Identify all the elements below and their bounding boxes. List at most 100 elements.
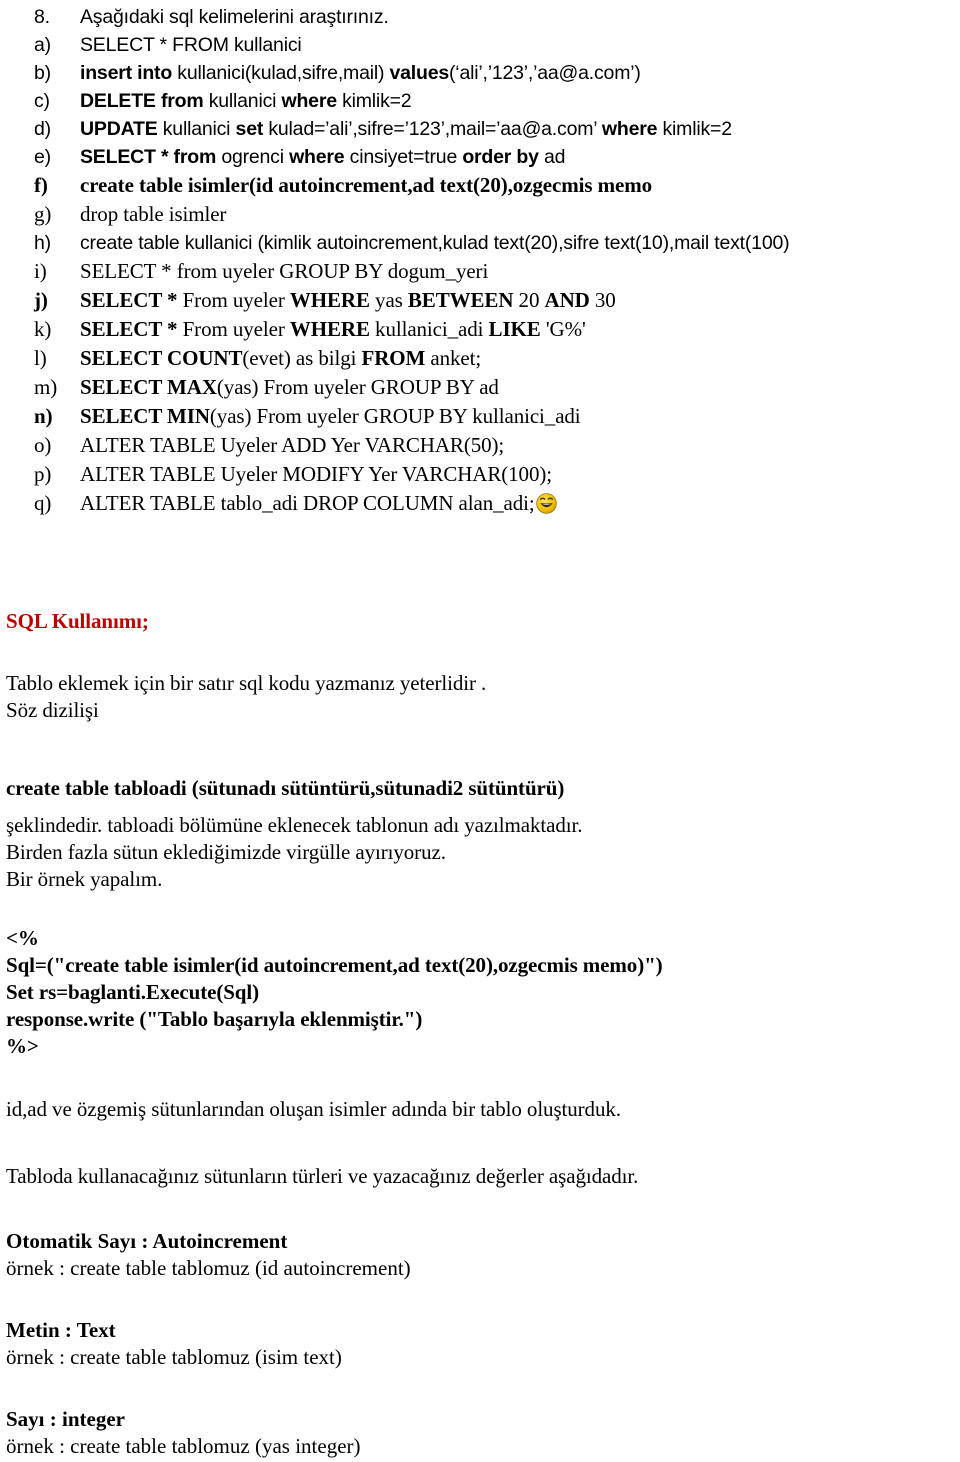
text-run: anket; [430,346,482,370]
text-run: ALTER TABLE Uyeler ADD Yer VARCHAR(50); [80,433,505,457]
list-marker: b) [34,62,51,84]
list-item: h) create table kullanici (kimlik autoin… [0,230,960,258]
list-marker: c) [34,90,50,112]
list-item-text: create table kullanici (kimlik autoincre… [80,230,790,257]
text-run: create table isimler(id autoincrement,ad… [80,173,652,197]
text-run: (‘ali’,’123’,’aa@a.com’) [449,62,641,84]
type-title-autoincrement: Otomatik Sayı : Autoincrement [6,1229,288,1253]
text-run: kullanici(kulad,sifre,mail) [177,62,390,84]
list-item-text: drop table isimler [80,201,226,228]
list-item: g) drop table isimler [0,201,960,230]
list-marker: q) [34,491,52,515]
list-item-text: ALTER TABLE Uyeler ADD Yer VARCHAR(50); [80,432,504,459]
explanation-paragraph: şeklindedir. tabloadi bölümüne eklenecek… [6,813,583,891]
text-run: From uyeler [182,317,290,341]
text-run: kullanici [208,90,282,112]
list-item-text: SELECT * from ogrenci where cinsiyet=tru… [80,144,565,171]
list-item-text: ALTER TABLE tablo_adi DROP COLUMN alan_a… [80,490,535,517]
list-item-text: SELECT COUNT(evet) as bilgi FROM anket; [80,345,481,372]
section-heading-sql-kullanimi: SQL Kullanımı; [6,609,149,633]
type-example-autoincrement: örnek : create table tablomuz (id autoin… [6,1256,411,1280]
text-run: kimlik=2 [662,118,732,140]
list-item: l) SELECT COUNT(evet) as bilgi FROM anke… [0,345,960,374]
text-run: ALTER TABLE Uyeler MODIFY Yer VARCHAR(10… [80,462,552,486]
type-example-integer: örnek : create table tablomuz (yas integ… [6,1434,361,1458]
list-item: b) insert into kullanici(kulad,sifre,mai… [0,60,960,88]
list-item-text: SELECT * FROM kullanici [80,32,302,59]
text-run: DELETE from [80,90,209,112]
text-run: UPDATE [80,118,163,140]
list-item-text: SELECT * From uyeler WHERE kullanici_adi… [80,316,586,343]
text-run: SELECT * FROM kullanici [80,34,302,56]
list-item: m) SELECT MAX(yas) From uyeler GROUP BY … [0,374,960,403]
list-item-text: insert into kullanici(kulad,sifre,mail) … [80,60,641,87]
text-run: create table kullanici (kimlik autoincre… [80,232,790,254]
laughing-smiley-emoji-icon [535,493,557,514]
text-run: SELECT * [80,317,183,341]
list-item: n) SELECT MIN(yas) From uyeler GROUP BY … [0,403,960,432]
list-marker: g) [34,202,52,226]
question-text: Aşağıdaki sql kelimelerini araştırınız. [80,6,389,28]
text-run: ad [543,146,566,168]
text-run: 20 [518,288,545,312]
text-run: kullanici [162,118,236,140]
text-run: SELECT MAX [80,375,217,399]
list-item-text: SELECT MAX(yas) From uyeler GROUP BY ad [80,374,499,401]
text-run: WHERE [289,317,376,341]
list-item: o) ALTER TABLE Uyeler ADD Yer VARCHAR(50… [0,432,960,461]
text-run: set [235,118,269,140]
intro-paragraph: Tablo eklemek için bir satır sql kodu ya… [6,671,487,722]
text-run: WHERE [289,288,376,312]
text-run: kimlik=2 [342,90,412,112]
text-run: 30 [594,288,616,312]
text-run: SELECT * from uyeler GROUP BY dogum_yeri [80,259,489,283]
text-run: kulad=’ali’,sifre=’123’,mail=’aa@a.com’ [268,118,602,140]
list-item: q) ALTER TABLE tablo_adi DROP COLUMN ala… [0,490,960,519]
text-run: From uyeler [182,288,290,312]
text-run: BETWEEN [407,288,519,312]
list-item: p) ALTER TABLE Uyeler MODIFY Yer VARCHAR… [0,461,960,490]
syntax-line: create table tabloadi (sütunadı sütüntür… [6,776,565,800]
text-run: (yas) From uyeler GROUP BY kullanici_adi [209,404,581,428]
list-item-text: ALTER TABLE Uyeler MODIFY Yer VARCHAR(10… [80,461,552,488]
text-run: values [389,62,450,84]
text-run: where [289,146,350,168]
text-run: drop table isimler [80,202,227,226]
text-run: (yas) From uyeler GROUP BY ad [216,375,499,399]
list-marker: d) [34,118,51,140]
list-item: d) UPDATE kullanici set kulad=’ali’,sifr… [0,116,960,144]
list-item: f) create table isimler(id autoincrement… [0,172,960,201]
list-item: j) SELECT * From uyeler WHERE yas BETWEE… [0,287,960,316]
text-run: cinsiyet=true [349,146,463,168]
text-run: SELECT MIN [80,404,210,428]
text-run: kullanici_adi [375,317,489,341]
list-marker: f) [34,173,48,197]
text-run: SELECT COUNT [80,346,243,370]
list-item: a) SELECT * FROM kullanici [0,32,960,60]
text-run: 'G%' [545,317,586,341]
list-marker: l) [34,346,47,370]
list-marker: j) [34,288,48,312]
type-example-text: örnek : create table tablomuz (isim text… [6,1345,342,1369]
text-run: FROM [361,346,431,370]
list-item: 8. Aşağıdaki sql kelimelerini araştırını… [0,4,960,32]
text-run: insert into [80,62,178,84]
text-run: LIKE [488,317,546,341]
text-run: yas [375,288,408,312]
types-intro-paragraph: Tabloda kullanacağınız sütunların türler… [6,1164,639,1188]
list-item: k) SELECT * From uyeler WHERE kullanici_… [0,316,960,345]
text-run: SELECT * from [80,146,222,168]
asp-code-block: <% Sql=("create table isimler(id autoinc… [6,926,663,1058]
text-run: order by [462,146,544,168]
list-marker: o) [34,433,52,457]
text-run: where [601,118,663,140]
text-run: ogrenci [221,146,290,168]
list-marker: m) [34,375,58,399]
type-title-integer: Sayı : integer [6,1407,125,1431]
list-marker: e) [34,146,51,168]
text-run: AND [544,288,595,312]
list-item-text: DELETE from kullanici where kimlik=2 [80,88,412,115]
list-item-text: SELECT MIN(yas) From uyeler GROUP BY kul… [80,403,581,430]
sql-keywords-list: 8. Aşağıdaki sql kelimelerini araştırını… [0,4,960,519]
list-marker: a) [34,34,51,56]
